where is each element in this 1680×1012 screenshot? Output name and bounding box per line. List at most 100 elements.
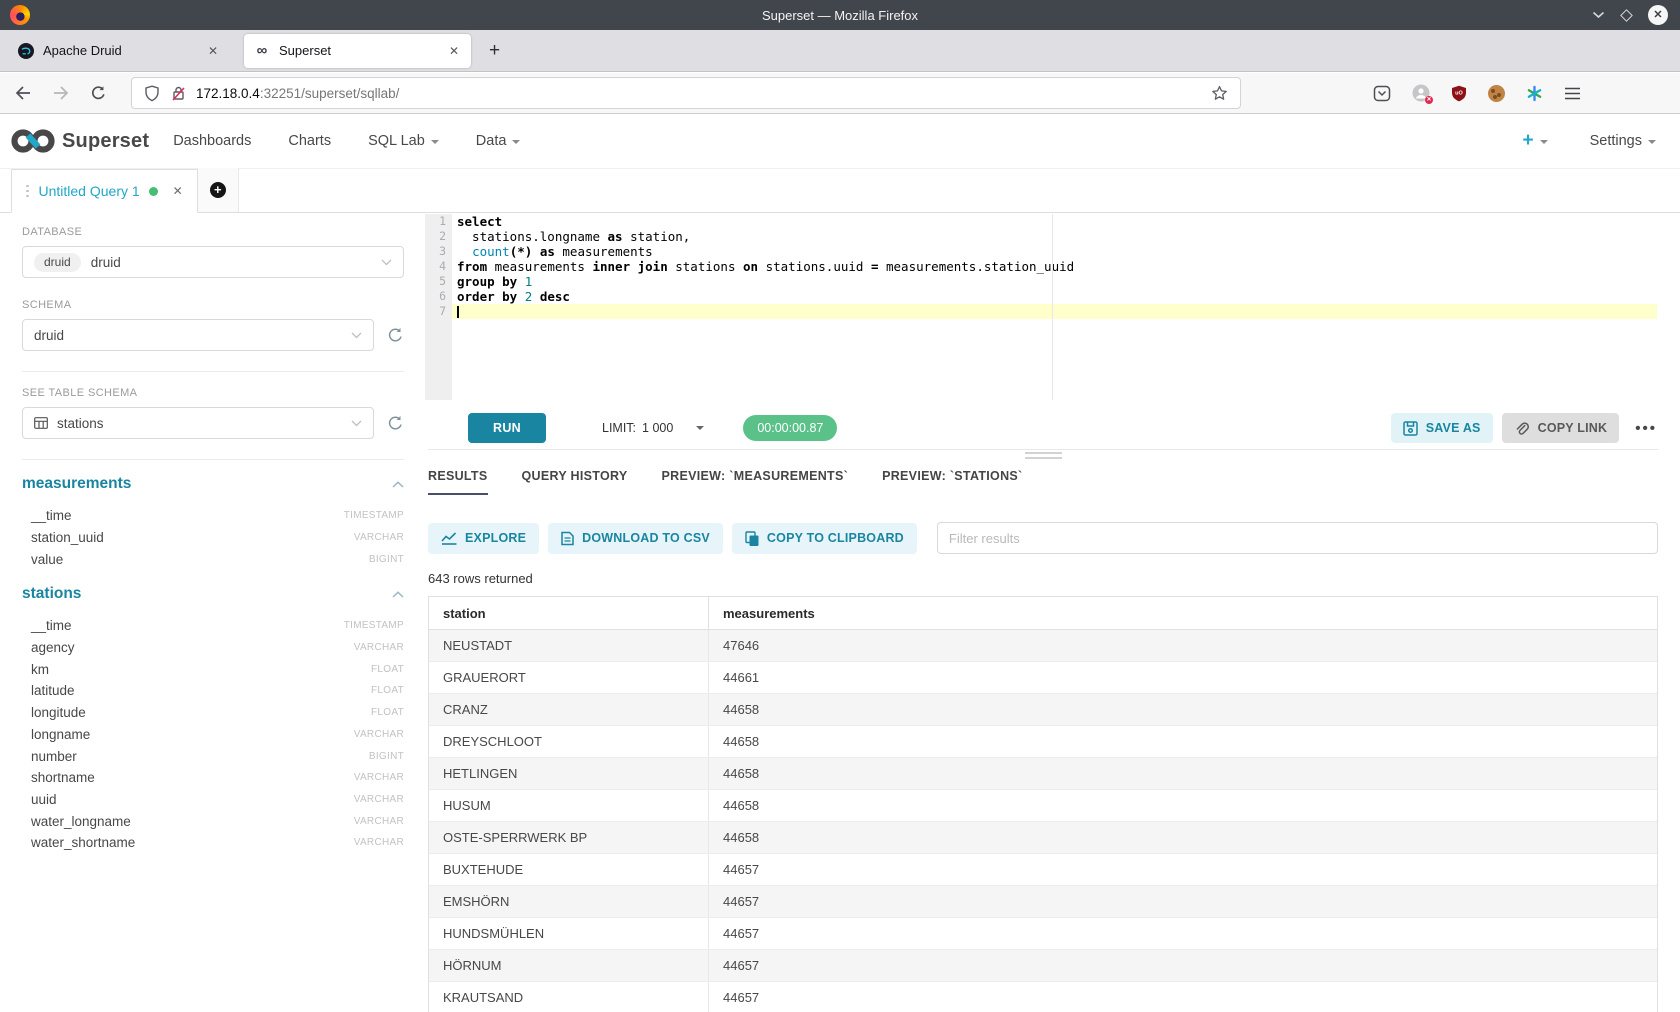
code-line: order by 2 desc xyxy=(452,289,1657,304)
window-close-icon[interactable]: ✕ xyxy=(1648,5,1668,25)
table-row[interactable]: HETLINGEN44658 xyxy=(429,758,1657,790)
results-tab-preview-stations[interactable]: PREVIEW: `STATIONS` xyxy=(882,469,1022,495)
sql-editor[interactable]: 1234567 select stations.longname as stat… xyxy=(425,214,1657,400)
column-row: water_longnameVARCHAR xyxy=(22,810,404,832)
ublock-icon[interactable]: uO xyxy=(1451,85,1467,102)
copy-clipboard-button[interactable]: COPY TO CLIPBOARD xyxy=(732,523,917,554)
database-select[interactable]: druid druid xyxy=(22,246,404,278)
table-row[interactable]: NEUSTADT47646 xyxy=(429,630,1657,662)
column-header-measurements[interactable]: measurements xyxy=(708,597,1657,629)
code-token: measurements xyxy=(487,259,592,274)
database-badge: druid xyxy=(34,253,81,272)
nav-item-sql-lab[interactable]: SQL Lab xyxy=(368,133,439,149)
code-token: stations.uuid xyxy=(758,259,871,274)
pane-drag-handle[interactable] xyxy=(1025,452,1062,459)
filter-results-input[interactable] xyxy=(937,522,1658,554)
query-tab-title: Untitled Query 1 xyxy=(39,183,140,199)
column-row: uuidVARCHAR xyxy=(22,789,404,811)
cell-measurements: 44658 xyxy=(708,822,1657,853)
schema-table-header[interactable]: measurements xyxy=(22,475,404,493)
table-row[interactable]: EMSHÖRN44657 xyxy=(429,886,1657,918)
table-row[interactable]: GRAUERORT44661 xyxy=(429,662,1657,694)
table-row[interactable]: DREYSCHLOOT44658 xyxy=(429,726,1657,758)
caret-down-icon xyxy=(512,140,520,144)
table-refresh-button[interactable] xyxy=(387,415,404,432)
nav-item-dashboards[interactable]: Dashboards xyxy=(173,133,251,149)
column-row: station_uuidVARCHAR xyxy=(22,527,404,549)
results-tab-preview-measurements[interactable]: PREVIEW: `MEASUREMENTS` xyxy=(662,469,849,495)
table-row[interactable]: HÖRNUM44657 xyxy=(429,950,1657,982)
bookmark-star-icon[interactable] xyxy=(1211,85,1228,102)
settings-menu[interactable]: Settings xyxy=(1590,133,1656,149)
explore-button[interactable]: EXPLORE xyxy=(428,523,539,554)
extension-asterisk-icon[interactable] xyxy=(1526,85,1543,102)
window-minimize-chevron-icon[interactable] xyxy=(1592,11,1605,19)
code-token: measurements.station_uuid xyxy=(878,259,1074,274)
cell-measurements: 47646 xyxy=(708,630,1657,661)
column-header-station[interactable]: station xyxy=(429,606,708,621)
download-csv-button[interactable]: DOWNLOAD TO CSV xyxy=(548,523,723,554)
chevron-down-icon xyxy=(381,259,392,266)
new-tab-button[interactable]: + xyxy=(489,40,500,62)
nav-item-data[interactable]: Data xyxy=(476,133,521,149)
table-row[interactable]: KRAUTSAND44657 xyxy=(429,982,1657,1012)
table-row[interactable]: CRANZ44658 xyxy=(429,694,1657,726)
line-number: 1 xyxy=(425,214,446,229)
shield-icon[interactable] xyxy=(144,85,160,102)
code-line: stations.longname as station, xyxy=(452,229,1657,244)
copy-icon xyxy=(745,531,759,546)
browser-tab-druid[interactable]: Apache Druid ✕ xyxy=(8,34,230,68)
collapse-chevron-icon[interactable] xyxy=(392,481,404,488)
run-button[interactable]: RUN xyxy=(468,413,546,443)
code-line xyxy=(452,304,1657,319)
reload-button[interactable] xyxy=(90,85,107,101)
code-token xyxy=(517,274,525,289)
add-query-tab-button[interactable]: + xyxy=(198,168,239,212)
cell-station: OSTE-SPERRWERK BP xyxy=(429,830,708,845)
browser-tab-superset[interactable]: ∞ Superset ✕ xyxy=(244,34,471,68)
menu-button[interactable] xyxy=(1564,87,1581,100)
table-row[interactable]: BUXTEHUDE44657 xyxy=(429,854,1657,886)
lock-slash-icon[interactable] xyxy=(171,85,186,102)
account-icon[interactable]: ✕ xyxy=(1412,84,1430,102)
table-row[interactable]: HUSUM44658 xyxy=(429,790,1657,822)
pocket-icon[interactable] xyxy=(1373,85,1391,102)
column-row: shortnameVARCHAR xyxy=(22,767,404,789)
back-button[interactable] xyxy=(14,85,32,101)
superset-logo[interactable]: Superset xyxy=(10,128,149,154)
more-options-button[interactable]: ••• xyxy=(1635,420,1657,437)
limit-dropdown[interactable]: LIMIT: 1 000 xyxy=(602,421,704,435)
url-bar[interactable]: 172.18.0.4:32251/superset/sqllab/ xyxy=(131,77,1241,109)
schema-refresh-button[interactable] xyxy=(387,327,404,344)
add-new-button[interactable]: + xyxy=(1522,130,1547,152)
drag-handle-icon[interactable] xyxy=(26,185,29,198)
table-select[interactable]: stations xyxy=(22,407,374,439)
tab-close-icon[interactable]: ✕ xyxy=(447,44,461,58)
nav-item-charts[interactable]: Charts xyxy=(288,133,331,149)
query-tab-close-icon[interactable]: ✕ xyxy=(173,184,183,198)
code-token: station, xyxy=(623,229,691,244)
schema-value: druid xyxy=(34,328,64,343)
cookie-icon[interactable] xyxy=(1488,85,1505,102)
tab-close-icon[interactable]: ✕ xyxy=(206,44,220,58)
collapse-chevron-icon[interactable] xyxy=(392,591,404,598)
query-tab[interactable]: Untitled Query 1 ✕ xyxy=(11,169,198,213)
table-row[interactable]: HUNDSMÜHLEN44657 xyxy=(429,918,1657,950)
schema-table-header[interactable]: stations xyxy=(22,585,404,603)
column-row: longitudeFLOAT xyxy=(22,702,404,724)
results-tab-query-history[interactable]: QUERY HISTORY xyxy=(522,469,628,495)
code-token: on xyxy=(743,259,758,274)
run-toolbar: RUN LIMIT: 1 000 00:00:00.87 SAVE AS COP… xyxy=(425,410,1657,446)
table-row[interactable]: OSTE-SPERRWERK BP44658 xyxy=(429,822,1657,854)
chevron-down-icon xyxy=(351,332,362,339)
window-maximize-icon[interactable] xyxy=(1620,9,1633,22)
schema-select[interactable]: druid xyxy=(22,319,374,351)
save-as-button[interactable]: SAVE AS xyxy=(1391,413,1493,443)
table-name: stations xyxy=(22,585,81,603)
results-action-row: EXPLORE DOWNLOAD TO CSV COPY TO CLIPBOAR… xyxy=(428,522,1658,554)
forward-button[interactable] xyxy=(52,85,70,101)
nav-items: Dashboards Charts SQL Lab Data xyxy=(173,133,520,149)
results-tab-results[interactable]: RESULTS xyxy=(428,469,488,495)
editor-code-area[interactable]: select stations.longname as station, cou… xyxy=(452,214,1657,400)
copy-link-button[interactable]: COPY LINK xyxy=(1502,413,1620,443)
